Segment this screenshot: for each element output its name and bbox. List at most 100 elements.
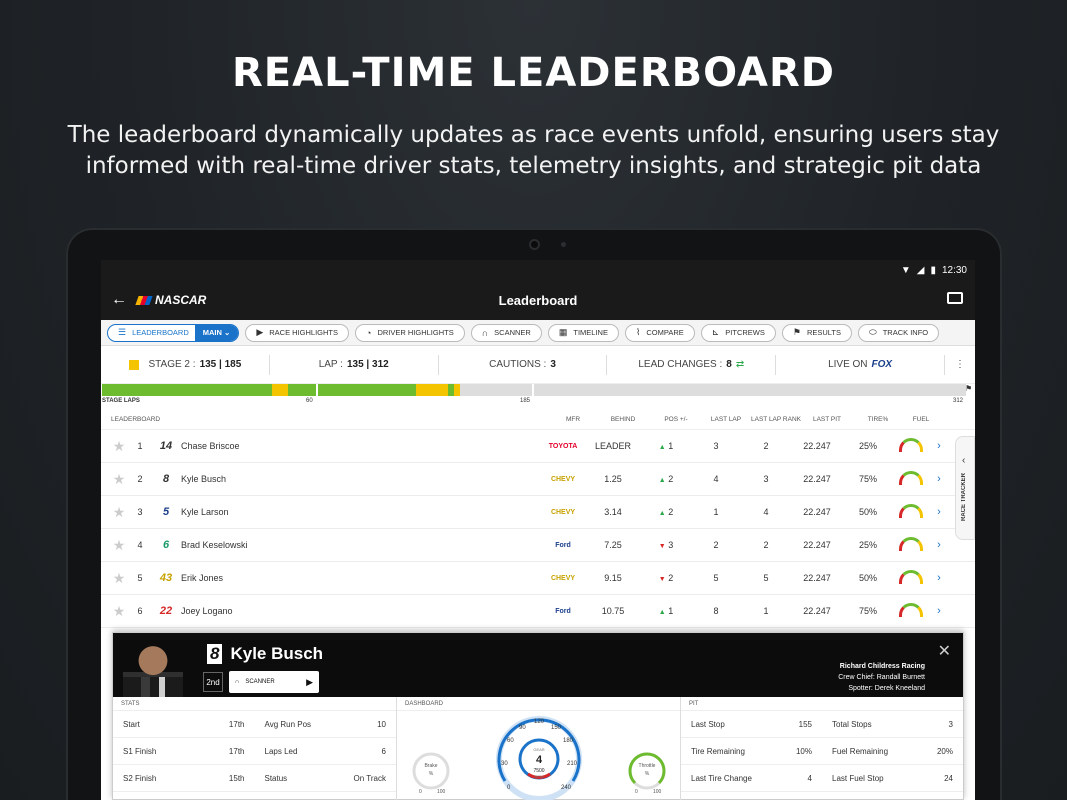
pit-value: 4: [807, 773, 812, 783]
fuel-gauge-icon: [899, 504, 923, 518]
col-behind: BEHIND: [610, 416, 636, 423]
star-icon[interactable]: ★: [101, 570, 129, 587]
tab-results[interactable]: ⚑ RESULTS: [781, 323, 853, 342]
tab-compare[interactable]: ⌇ COMPARE: [624, 323, 695, 342]
app-screen: ▼ ◢ ▮ 12:30 ← NASCAR Leaderboard ☰ LEADE…: [101, 260, 975, 800]
stage-progress: STAGE LAPS 60 185 312 ⚑: [101, 384, 975, 410]
team-name: Richard Childress Racing: [839, 663, 925, 670]
main-dropdown-label: MAIN: [202, 328, 222, 337]
lead-changes-label: LEAD CHANGES :: [638, 359, 723, 370]
battery-icon: ▮: [930, 264, 936, 276]
stat-item: Laps Led 6: [254, 738, 396, 765]
last-lap-rank: 2: [763, 540, 769, 550]
row-position: 3: [137, 507, 143, 517]
star-icon[interactable]: ★: [101, 603, 129, 620]
star-icon[interactable]: ★: [101, 438, 129, 455]
tab-track-info[interactable]: ⬭ TRACK INFO: [858, 323, 940, 342]
tab-driver-highlights[interactable]: ◔ DRIVER HIGHLIGHTS: [355, 323, 465, 342]
chevron-right-icon[interactable]: ›: [929, 473, 949, 485]
table-row[interactable]: ★ 2 8 Kyle Busch CHEVY 1.25 ▲ 2 4 3 22.2…: [101, 463, 975, 496]
tab-pitcrews[interactable]: ⊾ PITCREWS: [700, 323, 776, 342]
stat-item: Status On Track: [254, 765, 396, 792]
crew-chief: Crew Chief: Randall Burnett: [838, 674, 925, 681]
stat-item: Avg Run Pos 10: [254, 711, 396, 738]
dashboard-heading: DASHBOARD: [397, 697, 680, 711]
tab-label: TIMELINE: [573, 328, 608, 337]
col-last-lap-rank: LAST LAP RANK: [751, 416, 801, 423]
speed-tick: 60: [507, 738, 514, 744]
manufacturer-logo: CHEVY: [550, 574, 576, 582]
tab-scanner[interactable]: ∩ SCANNER: [470, 323, 542, 342]
star-icon[interactable]: ★: [101, 537, 129, 554]
cast-icon[interactable]: [947, 292, 963, 304]
chevron-right-icon[interactable]: ›: [929, 539, 949, 551]
chevron-right-icon[interactable]: ›: [929, 572, 949, 584]
driver-detail-card: 8 Kyle Busch 2nd ∩ SCANNER ▶ Richard Chi…: [112, 632, 964, 800]
race-tracker-tab[interactable]: ‹ RACE TRACKER: [955, 436, 975, 540]
last-pit: 22.247: [803, 540, 831, 550]
car-number: 43: [159, 572, 173, 584]
behind-value: 7.25: [604, 540, 622, 550]
col-pos: POS +/-: [664, 416, 688, 423]
tab-timeline[interactable]: ▦ TIMELINE: [547, 323, 619, 342]
table-row[interactable]: ★ 4 6 Brad Keselowski Ford 7.25 ▼ 3 2 2 …: [101, 529, 975, 562]
tire-percent: 75%: [858, 474, 877, 484]
tab-label: LEADERBOARD: [132, 328, 189, 337]
lap-info: LAP : 135 | 312: [270, 354, 439, 375]
table-row[interactable]: ★ 3 5 Kyle Larson CHEVY 3.14 ▲ 2 1 4 22.…: [101, 496, 975, 529]
fuel-gauge-icon: [899, 570, 923, 584]
gear-label: GEAR: [533, 747, 544, 752]
tire-percent: 25%: [858, 441, 877, 451]
chevron-right-icon[interactable]: ›: [929, 605, 949, 617]
star-icon[interactable]: ★: [101, 471, 129, 488]
manufacturer-logo: CHEVY: [550, 475, 576, 483]
chevron-right-icon[interactable]: ›: [929, 506, 949, 518]
car-number: 22: [159, 605, 173, 617]
table-row[interactable]: ★ 5 43 Erik Jones CHEVY 9.15 ▼ 2 5 5 22.…: [101, 562, 975, 595]
lap-value: 135 | 312: [346, 359, 389, 370]
tab-leaderboard[interactable]: ☰ LEADERBOARD MAIN ⌄: [107, 323, 240, 342]
speed-tick: 120: [534, 719, 545, 725]
col-leaderboard: LEADERBOARD: [111, 416, 161, 423]
caution-segment: [416, 384, 448, 396]
car-number: 8: [162, 473, 170, 485]
manufacturer-logo: Ford: [555, 607, 571, 615]
checkered-flag-icon: ⚑: [965, 384, 973, 393]
arrow-up-icon: ▲: [658, 609, 666, 616]
more-menu-icon[interactable]: ⋮: [945, 355, 975, 375]
scanner-button[interactable]: ∩ SCANNER ▶: [229, 671, 319, 693]
last-lap-rank: 5: [763, 573, 769, 583]
stage-laps-label: STAGE LAPS: [102, 398, 140, 404]
behind-value: LEADER: [594, 441, 631, 451]
pit-label: Tire Remaining: [691, 746, 745, 756]
manufacturer-logo: TOYOTA: [548, 442, 578, 450]
tab-label: RESULTS: [806, 328, 842, 337]
cautions-value: 3: [550, 359, 556, 370]
stat-label: Laps Led: [264, 746, 298, 756]
pit-grid: Last Stop 155 Total Stops 3 Tire Remaining…: [681, 711, 963, 792]
speed-tick: 180: [563, 738, 574, 744]
table-row[interactable]: ★ 1 14 Chase Briscoe TOYOTA LEADER ▲ 1 3…: [101, 430, 975, 463]
driver-name-heading: Kyle Busch: [230, 644, 324, 663]
last-lap-rank: 1: [763, 606, 769, 616]
helmet-icon: ◔: [366, 327, 372, 338]
tab-race-highlights[interactable]: ▶ RACE HIGHLIGHTS: [245, 323, 349, 342]
star-icon[interactable]: ★: [101, 504, 129, 521]
stat-label: S1 Finish: [123, 746, 157, 756]
tire-percent: 75%: [858, 606, 877, 616]
last-lap-rank: 2: [763, 441, 769, 451]
chevron-right-icon[interactable]: ›: [929, 440, 949, 452]
brake-min: 0: [419, 789, 422, 795]
table-row[interactable]: ★ 6 22 Joey Logano Ford 10.75 ▲ 1 8 1 22…: [101, 595, 975, 628]
swap-icon: ⇄: [735, 359, 745, 370]
pos-delta: 1: [668, 441, 674, 451]
tab-bar: ☰ LEADERBOARD MAIN ⌄ ▶ RACE HIGHLIGHTS ◔ D…: [101, 320, 975, 346]
speed-tick: 150: [551, 725, 562, 731]
compare-icon: ⌇: [635, 327, 641, 337]
close-icon[interactable]: ✕: [938, 641, 951, 661]
main-dropdown[interactable]: MAIN ⌄: [194, 324, 239, 341]
pos-delta: 2: [668, 507, 674, 517]
cautions-info: CAUTIONS : 3: [439, 354, 608, 375]
driver-name: Kyle Busch: [181, 474, 227, 484]
stage-label: STAGE 2 :: [148, 359, 196, 370]
